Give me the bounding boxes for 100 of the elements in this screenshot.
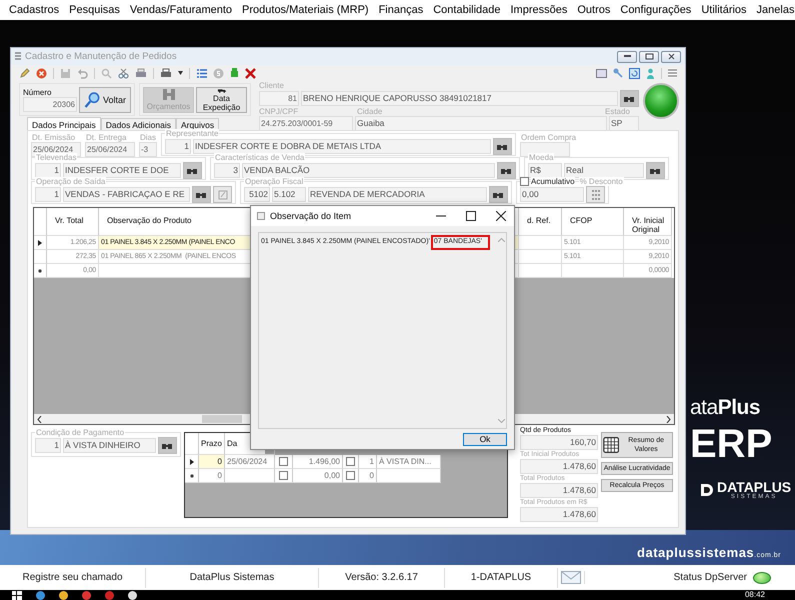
- menu-item[interactable]: Contabilidade: [428, 4, 506, 16]
- checkbox[interactable]: [279, 471, 288, 480]
- restore-icon: [644, 53, 654, 60]
- menu-item[interactable]: Cadastros: [4, 4, 64, 16]
- binoculars-icon[interactable]: [183, 162, 202, 179]
- tab[interactable]: Dados Adicionais: [100, 118, 176, 131]
- checkbox[interactable]: [346, 457, 355, 466]
- field-label: Moeda: [528, 153, 554, 162]
- menu-item[interactable]: Outros: [572, 4, 616, 16]
- binoculars-icon[interactable]: [497, 162, 516, 179]
- printer-icon[interactable]: [160, 68, 172, 78]
- menu-item[interactable]: Vendas/Faturamento: [124, 4, 238, 16]
- input-field[interactable]: REVENDA DE MERCADORIA: [308, 187, 487, 202]
- field-label: Condição de Pagamento: [35, 428, 126, 437]
- menu-item[interactable]: Utilitários: [696, 4, 752, 16]
- status-text: Status DpServer: [674, 572, 747, 583]
- binoculars-icon[interactable]: [493, 138, 512, 155]
- input-field[interactable]: INDESFER CORTE E DOBRA DE METAIS LTDA: [193, 139, 491, 154]
- calculator-icon[interactable]: [586, 186, 605, 203]
- close-button[interactable]: [661, 50, 681, 62]
- field-label: Cidade: [357, 107, 384, 116]
- folder-icon[interactable]: [59, 590, 68, 600]
- input-field[interactable]: Real: [564, 163, 644, 178]
- code-field[interactable]: 1: [35, 438, 61, 453]
- number-field[interactable]: 20306: [23, 96, 77, 112]
- binoculars-icon[interactable]: [620, 90, 639, 107]
- checkbox-label: Acumulativo: [531, 177, 575, 186]
- restore-button[interactable]: [639, 50, 659, 62]
- logo-icon: [700, 483, 714, 497]
- app-icon[interactable]: [128, 590, 137, 600]
- input-field[interactable]: VENDAS - FABRICAÇAO E RE: [63, 187, 190, 202]
- pencil-icon[interactable]: [19, 68, 30, 78]
- input-field[interactable]: 0,00: [520, 187, 584, 202]
- input-field[interactable]: À VISTA DINHEIRO: [63, 438, 156, 453]
- refresh-icon[interactable]: [629, 68, 640, 78]
- menu-item[interactable]: Pesquisas: [64, 4, 125, 16]
- robot-icon[interactable]: [230, 68, 239, 78]
- menu-item[interactable]: Configurações: [615, 4, 696, 16]
- brand-wordmark: ataPlus: [690, 396, 760, 420]
- binoculars-icon[interactable]: [646, 162, 665, 179]
- printer-icon[interactable]: [135, 68, 147, 78]
- city-field[interactable]: Guaiba: [355, 116, 607, 131]
- code-field[interactable]: 1: [35, 163, 61, 178]
- field-label: Dias: [139, 133, 158, 142]
- menu-item[interactable]: Finanças: [374, 4, 428, 16]
- client-name-field[interactable]: BRENO HENRIQUE CAPORUSSO 38491021817: [301, 91, 618, 106]
- binoculars-icon[interactable]: [489, 186, 508, 203]
- app-icon[interactable]: [36, 590, 45, 600]
- back-button[interactable]: Voltar: [79, 86, 131, 112]
- field-label: Características de Venda: [214, 153, 306, 162]
- checkbox[interactable]: [346, 471, 355, 480]
- table-cell: 0,00: [293, 469, 343, 483]
- status-lamp: [643, 83, 679, 119]
- client-code-field[interactable]: 81: [259, 91, 299, 106]
- dialog-title: Observação do Item: [270, 211, 352, 221]
- input-field[interactable]: 25/06/2024: [85, 142, 135, 157]
- scroll-right-icon[interactable]: [666, 416, 671, 422]
- cancel-icon[interactable]: [36, 68, 47, 78]
- input-field[interactable]: R$: [528, 163, 562, 178]
- status-light: [753, 572, 771, 584]
- cnpj-field[interactable]: 24.275.203/0001-59: [259, 116, 353, 131]
- list-icon[interactable]: [196, 68, 207, 78]
- menu-item[interactable]: Produtos/Materiais (MRP): [237, 4, 374, 16]
- caret-icon[interactable]: [178, 71, 183, 75]
- code-field[interactable]: 3: [214, 163, 240, 178]
- windows-logo-icon[interactable]: [12, 590, 22, 600]
- input-field[interactable]: -3: [139, 142, 157, 157]
- scroll-thumb[interactable]: [202, 415, 242, 423]
- menu-item[interactable]: Janelas: [752, 4, 795, 16]
- binoculars-icon[interactable]: [192, 186, 211, 203]
- scroll-left-icon[interactable]: [37, 416, 42, 422]
- menu-icon[interactable]: [668, 69, 677, 77]
- status-text: Registre seu chamado: [0, 568, 146, 588]
- input-field[interactable]: 5.102: [272, 187, 306, 202]
- ok-button[interactable]: Ok: [463, 432, 507, 446]
- menu-item[interactable]: Impressões: [506, 4, 572, 16]
- code-field[interactable]: 5102: [244, 187, 270, 202]
- window-icon: [257, 212, 265, 220]
- checkbox[interactable]: [279, 457, 288, 466]
- input-field[interactable]: INDESFER CORTE E DOE: [63, 163, 181, 178]
- ship-date-button[interactable]: Data Expedição: [196, 86, 247, 112]
- key-icon[interactable]: [613, 68, 623, 78]
- input-field[interactable]: VENDA BALCÃO: [242, 163, 495, 178]
- field-label: Representante: [165, 129, 220, 138]
- checkbox[interactable]: [520, 177, 529, 186]
- state-field[interactable]: SP: [609, 116, 639, 131]
- maximize-icon[interactable]: [466, 211, 476, 221]
- company-name: DATAPLUS: [717, 480, 792, 494]
- code-field[interactable]: 1: [165, 139, 191, 154]
- binoculars-icon[interactable]: [158, 437, 177, 454]
- scissors-icon[interactable]: [118, 68, 129, 78]
- window-icon[interactable]: [596, 68, 607, 78]
- status-text: DataPlus Sistemas: [146, 568, 319, 588]
- brand-product: ERP: [690, 424, 772, 464]
- tab[interactable]: Dados Principais: [27, 117, 101, 131]
- code-field[interactable]: 1: [35, 187, 61, 202]
- minimize-button[interactable]: [617, 50, 637, 62]
- field-label: CNPJ/CPF: [259, 107, 300, 116]
- minimize-icon: [622, 54, 632, 59]
- close-icon[interactable]: [496, 211, 506, 221]
